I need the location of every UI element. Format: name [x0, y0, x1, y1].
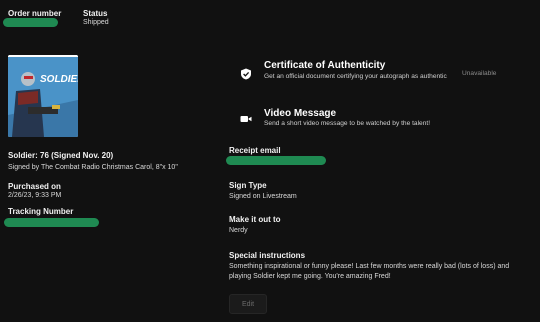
- product-subtitle: Signed by The Combat Radio Christmas Car…: [8, 164, 178, 171]
- status-value: Shipped: [83, 19, 109, 26]
- order-number-redaction: [3, 18, 58, 27]
- receipt-email-label: Receipt email: [229, 146, 281, 155]
- shield-check-icon: [240, 67, 252, 80]
- video-camera-icon: [240, 112, 252, 124]
- make-it-out-label: Make it out to: [229, 215, 281, 224]
- sign-type-value: Signed on Livestream: [229, 193, 297, 200]
- thumbnail-title-text: SOLDIER 76: [40, 74, 78, 85]
- special-instructions-value: Something inspirational or funny please!…: [229, 263, 510, 280]
- service-description-video: Send a short video message to be watched…: [264, 120, 431, 127]
- sign-type-label: Sign Type: [229, 181, 267, 190]
- service-title-video: Video Message: [264, 108, 337, 119]
- tracking-number-redaction: [4, 218, 99, 227]
- order-number-label: Order number: [8, 9, 62, 18]
- product-title: Soldier: 76 (Signed Nov. 20): [8, 151, 114, 160]
- tracking-label: Tracking Number: [8, 207, 74, 216]
- purchased-value: 2/26/23, 9:33 PM: [8, 192, 62, 199]
- service-title-certificate: Certificate of Authenticity: [264, 60, 386, 71]
- certificate-status: Unavailable: [462, 70, 497, 77]
- special-instructions-label: Special instructions: [229, 251, 306, 260]
- service-description-certificate: Get an official document certifying your…: [264, 73, 447, 80]
- edit-button[interactable]: Edit: [229, 294, 267, 314]
- status-label: Status: [83, 9, 108, 18]
- product-thumbnail[interactable]: SOLDIER 76: [8, 55, 78, 137]
- receipt-email-redaction: [226, 156, 326, 165]
- purchased-label: Purchased on: [8, 182, 61, 191]
- make-it-out-value: Nerdy: [229, 227, 248, 234]
